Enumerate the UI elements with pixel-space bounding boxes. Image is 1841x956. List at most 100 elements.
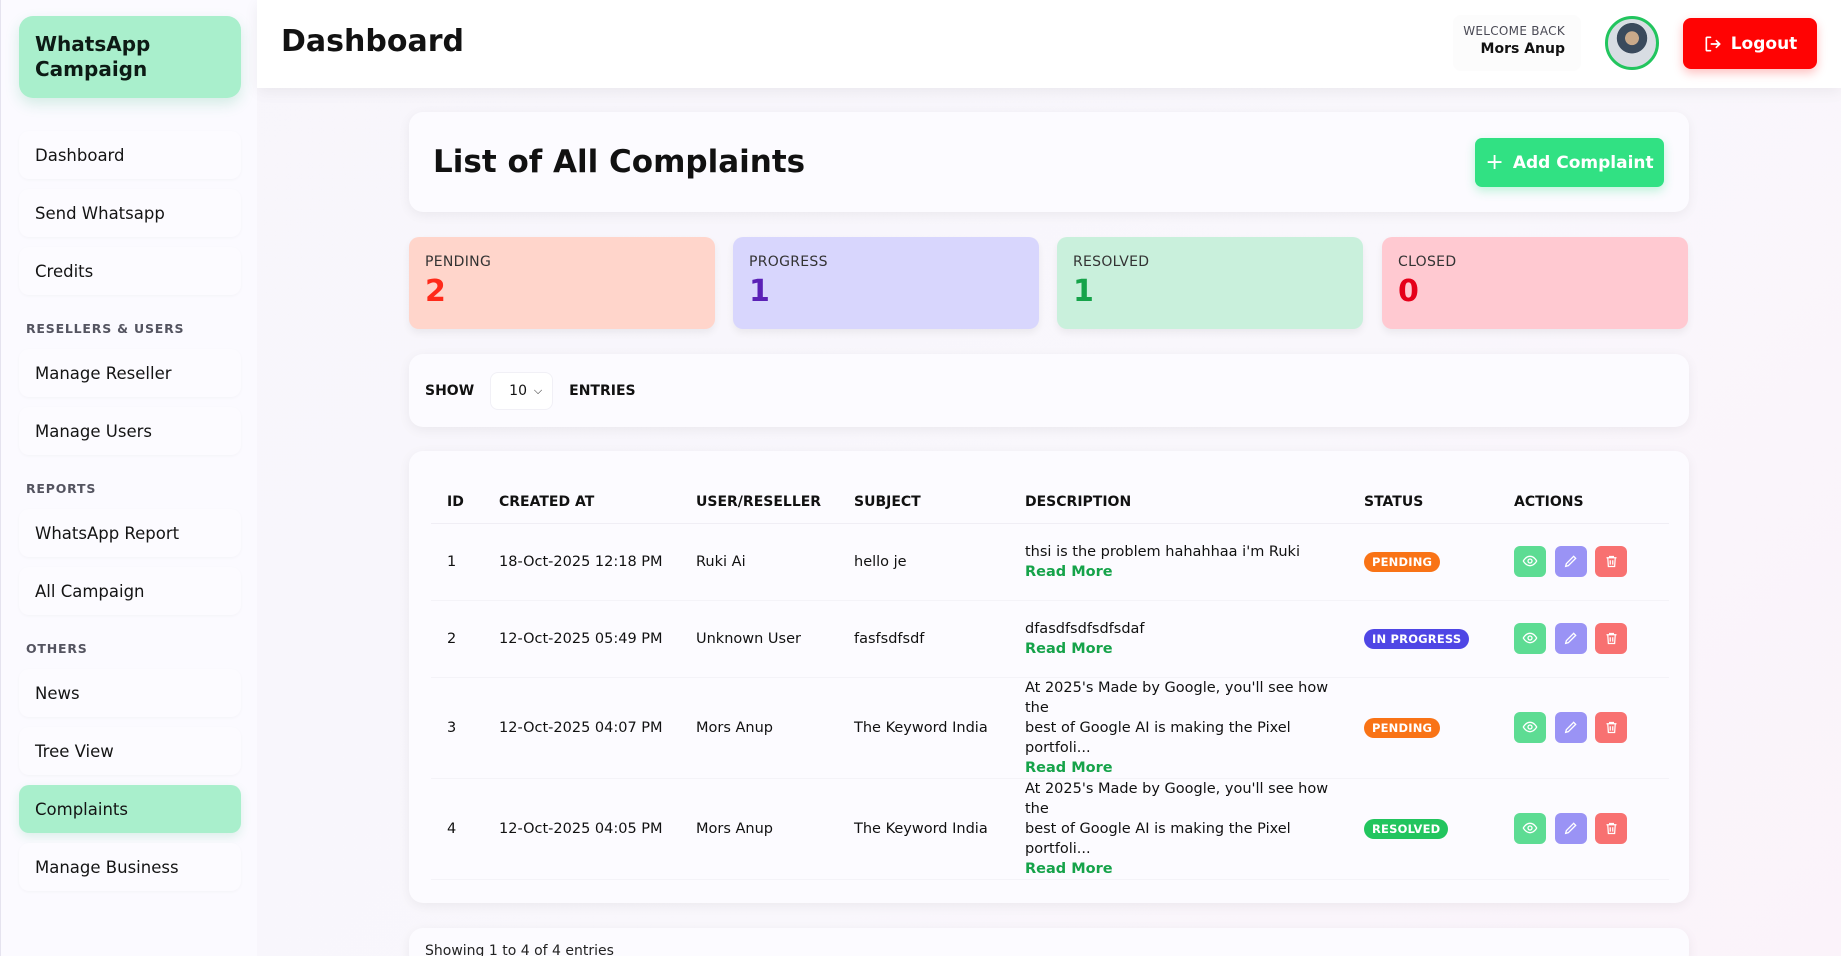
cell-created: 12-Oct-2025 04:07 PM	[483, 677, 680, 779]
sidebar-item-credits[interactable]: Credits	[19, 247, 241, 295]
entries-info: Showing 1 to 4 of 4 entries	[425, 943, 614, 956]
view-button[interactable]	[1514, 711, 1546, 743]
stat-value: 1	[749, 274, 770, 309]
description-text: thsi is the problem hahahhaa i'm Ruki	[1025, 543, 1300, 560]
sidebar-item-complaints[interactable]: Complaints	[19, 785, 241, 833]
view-button[interactable]	[1514, 622, 1546, 654]
sidebar-item-all-campaign[interactable]: All Campaign	[19, 567, 241, 615]
sidebar-item-send-whatsapp[interactable]: Send Whatsapp	[19, 189, 241, 237]
edit-button[interactable]	[1554, 545, 1587, 577]
cell-subject: The Keyword India	[838, 778, 1009, 880]
show-entries-card: SHOW 10 ⌵ ENTRIES	[409, 354, 1689, 427]
col-id[interactable]: ID	[431, 481, 483, 524]
cell-id: 4	[431, 778, 483, 880]
chevron-down-icon: ⌵	[533, 384, 543, 397]
stat-label: CLOSED	[1398, 254, 1457, 270]
cell-subject: The Keyword India	[838, 677, 1009, 779]
col-actions: ACTIONS	[1498, 481, 1669, 524]
col-subject[interactable]: SUBJECT	[838, 481, 1009, 524]
welcome-box: WELCOME BACK Mors Anup	[1453, 15, 1581, 71]
user-name: Mors Anup	[1480, 41, 1565, 57]
cell-status: IN PROGRESS	[1348, 600, 1498, 678]
status-badge: RESOLVED	[1364, 818, 1449, 839]
pencil-icon	[1564, 632, 1577, 645]
cell-description: thsi is the problem hahahhaa i'm Ruki Re…	[1009, 523, 1348, 601]
logout-button[interactable]: Logout	[1683, 18, 1817, 69]
trash-icon	[1606, 633, 1617, 645]
sidebar-item-tree-view[interactable]: Tree View	[19, 727, 241, 775]
status-badge: PENDING	[1364, 551, 1441, 572]
stat-label: PROGRESS	[749, 254, 828, 270]
entries-label: ENTRIES	[569, 383, 636, 399]
sidebar-item-manage-business[interactable]: Manage Business	[19, 843, 241, 891]
section-title-reports: REPORTS	[26, 481, 97, 496]
title-card: List of All Complaints + Add Complaint	[409, 112, 1689, 212]
description-text: dfasdfsdfsdfsdaf	[1025, 620, 1145, 637]
cell-actions	[1498, 523, 1669, 601]
sidebar-item-dashboard[interactable]: Dashboard	[19, 131, 241, 179]
page-title: Dashboard	[281, 24, 464, 59]
cell-status: PENDING	[1348, 677, 1498, 779]
welcome-label: WELCOME BACK	[1463, 24, 1565, 38]
complaints-table-card: ID CREATED AT USER/RESELLER SUBJECT DESC…	[409, 451, 1689, 903]
logout-label: Logout	[1730, 33, 1798, 54]
table-row: 3 12-Oct-2025 04:07 PM Mors Anup The Key…	[431, 677, 1669, 779]
avatar[interactable]	[1605, 16, 1659, 70]
cell-subject: fasfsdfsdf	[838, 600, 1009, 678]
table-header-row: ID CREATED AT USER/RESELLER SUBJECT DESC…	[431, 481, 1669, 524]
delete-button[interactable]	[1595, 813, 1628, 845]
read-more-link[interactable]: Read More	[1025, 859, 1332, 879]
top-header: Dashboard WELCOME BACK Mors Anup Logout	[257, 0, 1841, 88]
view-button[interactable]	[1514, 545, 1546, 577]
description-text-2: best of Google AI is making the Pixel po…	[1025, 719, 1291, 756]
trash-icon	[1606, 556, 1617, 568]
cell-id: 3	[431, 677, 483, 779]
add-complaint-button[interactable]: + Add Complaint	[1475, 138, 1664, 187]
eye-icon	[1522, 632, 1538, 644]
stat-value: 2	[425, 274, 446, 309]
stat-value: 1	[1073, 274, 1094, 309]
trash-icon	[1606, 722, 1617, 734]
edit-button[interactable]	[1554, 711, 1587, 743]
col-user[interactable]: USER/RESELLER	[680, 481, 838, 524]
entries-select[interactable]: 10 ⌵	[490, 372, 554, 410]
col-description[interactable]: DESCRIPTION	[1009, 481, 1348, 524]
stat-card-progress: PROGRESS 1	[733, 237, 1039, 329]
eye-icon	[1522, 721, 1538, 733]
section-title-others: OTHERS	[26, 641, 88, 656]
col-status[interactable]: STATUS	[1348, 481, 1498, 524]
brand-logo[interactable]: WhatsApp Campaign	[19, 16, 241, 98]
delete-button[interactable]	[1595, 546, 1628, 578]
cell-actions	[1498, 778, 1669, 880]
read-more-link[interactable]: Read More	[1025, 758, 1332, 778]
cell-created: 18-Oct-2025 12:18 PM	[483, 523, 680, 601]
read-more-link[interactable]: Read More	[1025, 639, 1332, 659]
sidebar-item-news[interactable]: News	[19, 669, 241, 717]
description-text: At 2025's Made by Google, you'll see how…	[1025, 780, 1329, 817]
pencil-icon	[1564, 822, 1577, 835]
sidebar-item-whatsapp-report[interactable]: WhatsApp Report	[19, 509, 241, 557]
edit-button[interactable]	[1554, 812, 1587, 844]
table-row: 2 12-Oct-2025 05:49 PM Unknown User fasf…	[431, 600, 1669, 678]
read-more-link[interactable]: Read More	[1025, 562, 1332, 582]
delete-button[interactable]	[1595, 623, 1628, 655]
cell-actions	[1498, 600, 1669, 678]
sidebar-item-manage-users[interactable]: Manage Users	[19, 407, 241, 455]
cell-user: Mors Anup	[680, 778, 838, 880]
status-badge: PENDING	[1364, 717, 1441, 738]
sidebar-item-manage-reseller[interactable]: Manage Reseller	[19, 349, 241, 397]
delete-button[interactable]	[1595, 712, 1628, 744]
cell-user: Unknown User	[680, 600, 838, 678]
stat-card-pending: PENDING 2	[409, 237, 715, 329]
edit-button[interactable]	[1554, 622, 1587, 654]
cell-user: Mors Anup	[680, 677, 838, 779]
cell-user: Ruki Ai	[680, 523, 838, 601]
pencil-icon	[1564, 555, 1577, 568]
cell-status: RESOLVED	[1348, 778, 1498, 880]
cell-description: At 2025's Made by Google, you'll see how…	[1009, 677, 1348, 779]
pagination-footer: Showing 1 to 4 of 4 entries	[409, 928, 1689, 956]
stat-card-resolved: RESOLVED 1	[1057, 237, 1363, 329]
view-button[interactable]	[1514, 812, 1546, 844]
col-created-at[interactable]: CREATED AT	[483, 481, 680, 524]
cell-description: dfasdfsdfsdfsdaf Read More	[1009, 600, 1348, 678]
